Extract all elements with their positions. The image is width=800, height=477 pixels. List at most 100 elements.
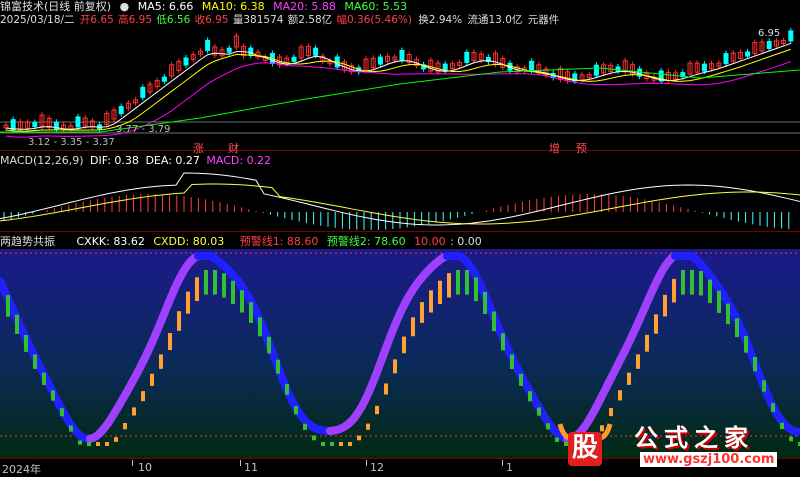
trend-title[interactable]: 两趋势共振 — [0, 235, 55, 248]
x-label-4: 1 — [506, 461, 513, 474]
candle-body — [33, 122, 37, 126]
extra2-value: : 0.00 — [450, 235, 482, 248]
candle-body — [594, 65, 598, 75]
cxkk-value: CXKK: 83.62 — [77, 235, 145, 248]
trend-step-bar — [195, 277, 199, 301]
trend-step-bar — [717, 291, 721, 313]
candle-body — [465, 52, 469, 62]
trend-step-bar — [123, 423, 127, 429]
dea-value: DEA: 0.27 — [145, 154, 199, 167]
trend-step-bar — [609, 408, 613, 416]
trend-step-bar — [213, 270, 217, 295]
event-label-3[interactable]: 增 — [549, 140, 560, 156]
trend-step-bar — [654, 314, 658, 333]
trend-step-bar — [744, 336, 748, 353]
trend-step-bar — [384, 384, 388, 395]
trend-step-bar — [465, 270, 469, 295]
trend-step-bar — [771, 403, 775, 412]
low-price-label-2: 3.12 - 3.35 - 3.37 — [28, 137, 115, 148]
trend-step-bar — [510, 355, 514, 369]
trend-step-bar — [447, 273, 451, 297]
trend-step-bar — [222, 273, 226, 297]
trend-step-bar — [168, 333, 172, 350]
event-label-4[interactable]: 预 — [576, 140, 587, 156]
trend-step-bar — [528, 391, 532, 401]
trend-step-bar — [375, 406, 379, 414]
trend-step-bar — [519, 374, 523, 386]
site-url[interactable]: www.gszj100.com — [640, 452, 777, 467]
trend-step-bar — [258, 317, 262, 336]
trend-step-bar — [321, 442, 325, 446]
trend-step-bar — [366, 424, 370, 430]
trend-step-bar — [312, 436, 316, 441]
trend-step-bar — [636, 354, 640, 369]
trend-step-bar — [411, 317, 415, 336]
x-tick — [240, 460, 241, 466]
trend-step-bar — [24, 335, 28, 352]
trend-step-bar — [186, 292, 190, 314]
trend-step-bar — [357, 436, 361, 441]
trend-step-bar — [420, 302, 424, 323]
trend-step-bar — [78, 440, 82, 444]
x-label-0: 2024年 — [2, 461, 41, 477]
macd-title[interactable]: MACD(12,26,9) — [0, 154, 84, 167]
trend-step-bar — [132, 407, 136, 415]
x-tick — [132, 460, 133, 466]
x-label-3: 12 — [370, 461, 384, 474]
trend-step-bar — [294, 406, 298, 414]
trend-step-bar — [537, 407, 541, 415]
warn1-value: 预警线1: 88.60 — [240, 235, 319, 248]
trend-step-bar — [114, 437, 118, 442]
trend-step-bar — [492, 312, 496, 332]
trend-step-bar — [429, 290, 433, 312]
trend-step-bar — [663, 295, 667, 317]
trend-step-bar — [348, 442, 352, 446]
low-price-label-1: 3.77 - 3.79 — [116, 124, 171, 135]
trend-step-bar — [681, 270, 685, 295]
panel-divider — [0, 231, 800, 232]
candle-body — [767, 41, 771, 48]
candle-body — [746, 52, 750, 56]
trend-step-bar — [87, 442, 91, 446]
trend-step-bar — [204, 270, 208, 295]
trend-step-bar — [249, 302, 253, 323]
panel-divider — [0, 150, 800, 151]
trend-step-bar — [51, 390, 55, 400]
candle-body — [314, 48, 318, 55]
candle-body — [119, 107, 123, 114]
trend-step-bar — [231, 281, 235, 304]
trend-step-bar — [501, 333, 505, 350]
macd-header: MACD(12,26,9) DIF: 0.38 DEA: 0.27 MACD: … — [0, 154, 276, 168]
warn2-value: 预警线2: 78.60 — [327, 235, 406, 248]
candle-body — [292, 57, 296, 61]
trend-step-bar — [339, 442, 343, 446]
trend-step-bar — [105, 442, 109, 446]
trend-step-bar — [150, 374, 154, 386]
candle-body — [702, 64, 706, 71]
watermark: 股 公式之家 www.gszj100.com — [556, 416, 796, 472]
x-label-1: 10 — [138, 461, 152, 474]
high-price-label: 6.95 — [758, 28, 780, 39]
x-tick — [366, 460, 367, 466]
trend-header: 两趋势共振 CXKK: 83.62 CXDD: 80.03 预警线1: 88.6… — [0, 235, 487, 249]
trend-step-bar — [402, 337, 406, 354]
trend-step-bar — [285, 384, 289, 395]
candle-body — [141, 87, 145, 97]
trend-step-bar — [690, 270, 694, 295]
trend-step-bar — [474, 277, 478, 301]
trend-step-bar — [483, 292, 487, 314]
trend-step-bar — [96, 442, 100, 446]
candle-body — [724, 54, 728, 64]
trend-step-bar — [708, 280, 712, 303]
trend-step-bar — [159, 354, 163, 369]
trend-step-bar — [438, 281, 442, 304]
site-name: 公式之家 — [634, 418, 754, 453]
trend-step-bar — [699, 271, 703, 296]
trend-step-bar — [276, 360, 280, 374]
trend-step-bar — [42, 373, 46, 385]
trend-step-bar — [735, 318, 739, 337]
ma5-line — [6, 43, 791, 129]
trend-step-bar — [672, 279, 676, 303]
candle-body — [530, 61, 534, 71]
extra1-value: 10.00 — [414, 235, 446, 248]
